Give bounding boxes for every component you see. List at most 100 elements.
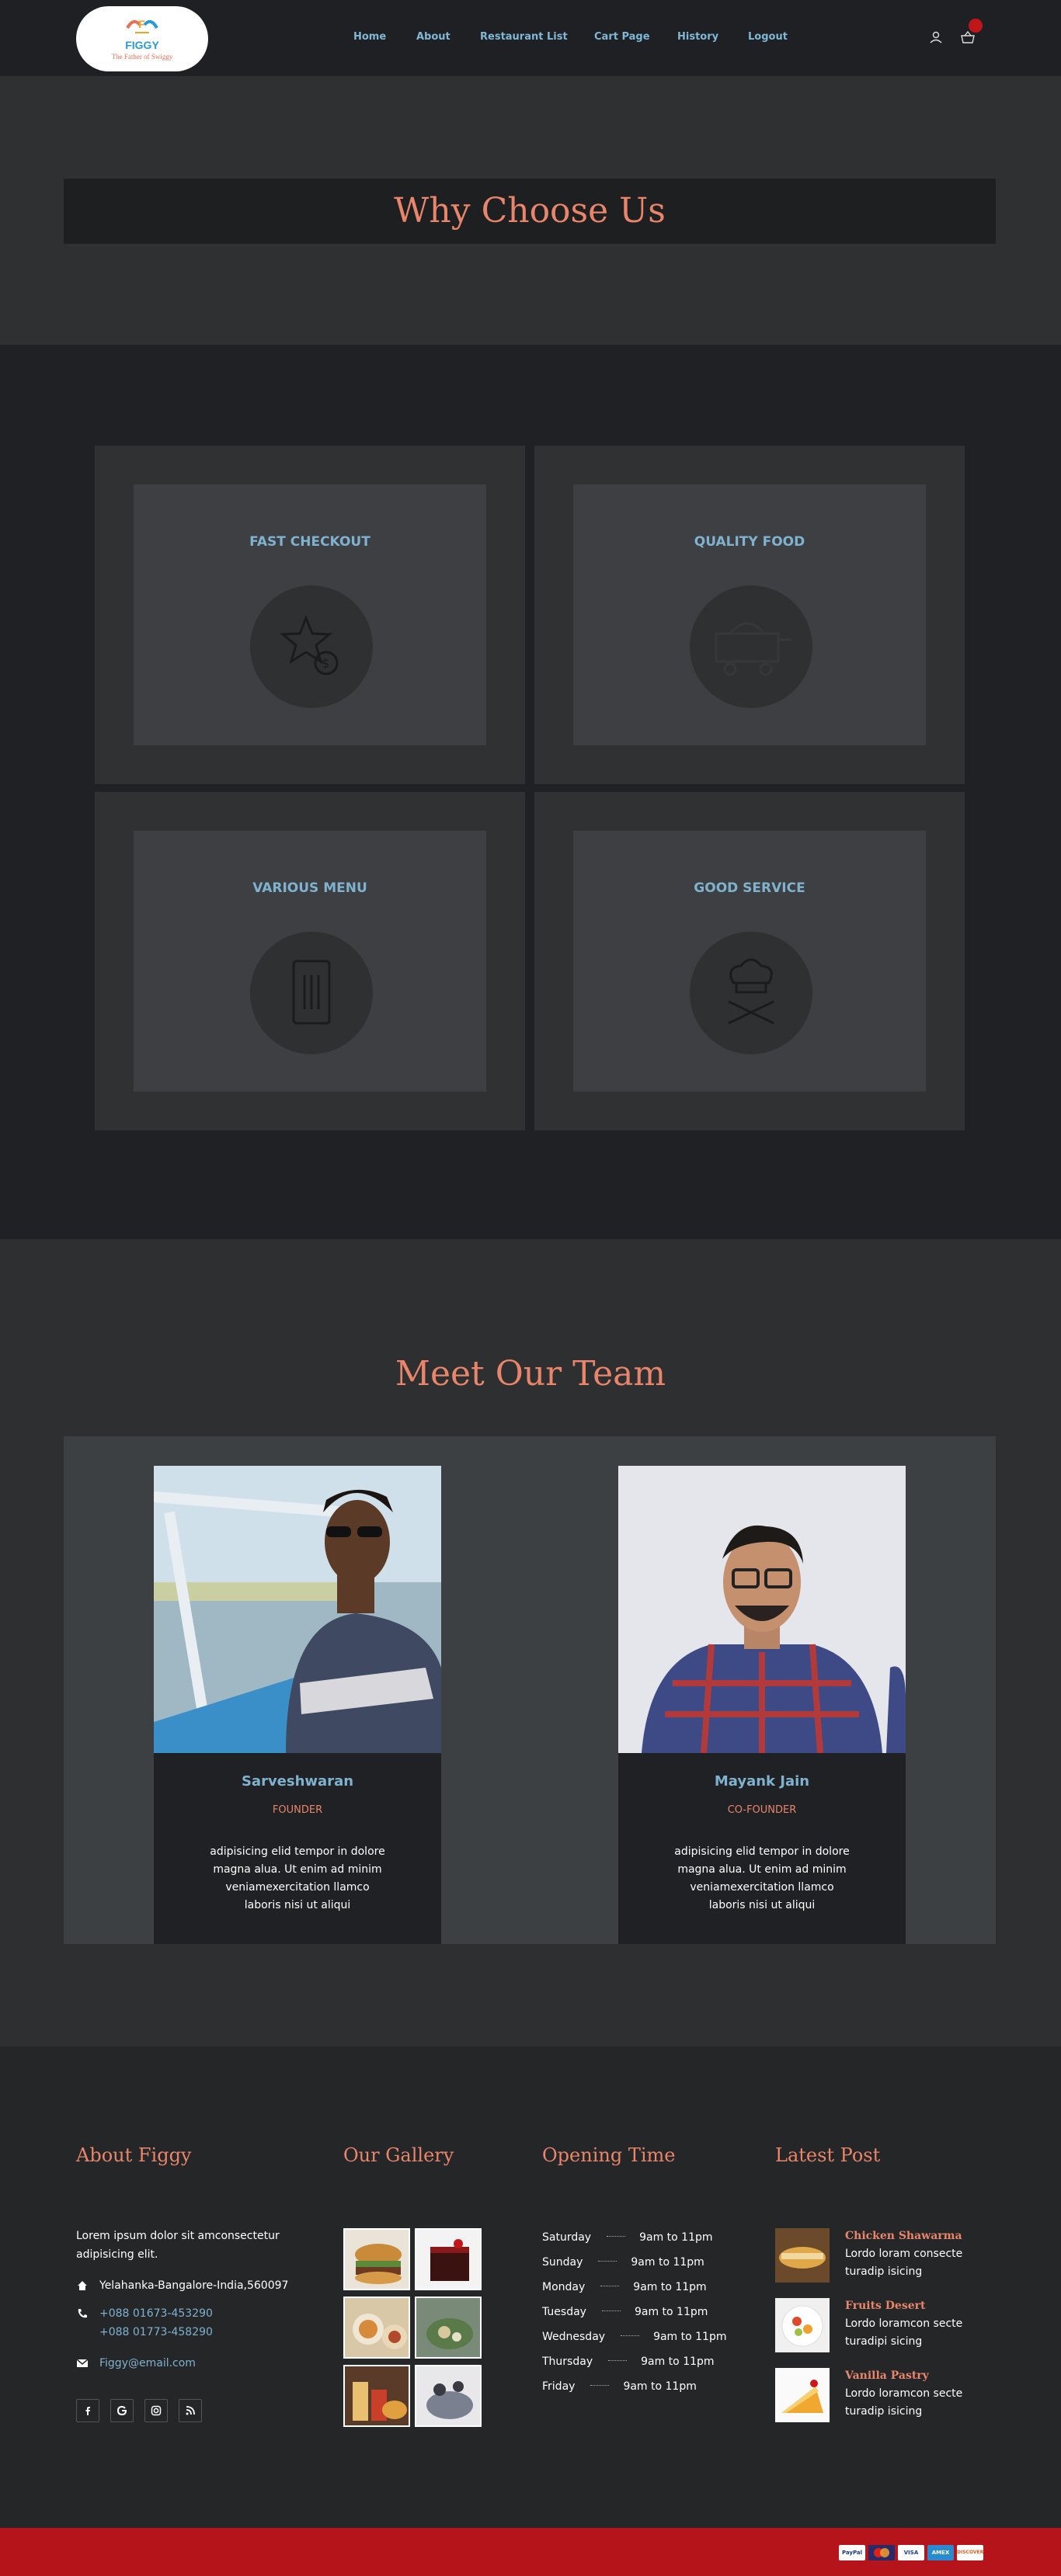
post-image[interactable]	[775, 2368, 830, 2422]
nav-restaurant-list[interactable]: Restaurant List	[480, 31, 568, 43]
mastercard-icon	[868, 2545, 895, 2560]
hours-time: 9am to 11pm	[633, 2281, 707, 2293]
nav-about[interactable]: About	[416, 31, 450, 43]
hours-day: Tuesday	[542, 2306, 586, 2318]
feature-title: FAST CHECKOUT	[249, 534, 370, 550]
logo-name: FIGGY	[125, 39, 159, 51]
member-name: Mayank Jain	[714, 1773, 810, 1790]
paypal-icon: PayPal	[839, 2545, 865, 2560]
hours-time: 9am to 11pm	[631, 2256, 704, 2269]
hours-dots	[621, 2335, 640, 2336]
hours-dots	[598, 2260, 617, 2262]
svg-text:F: F	[138, 18, 145, 30]
star-coin-icon: $	[250, 585, 373, 708]
hours-dots	[601, 2310, 621, 2311]
hours-day: Saturday	[542, 2231, 592, 2244]
member-photo	[154, 1466, 441, 1753]
phone-icon	[78, 2309, 87, 2318]
team-member-card: Sarveshwaran FOUNDER adipisicing elid te…	[154, 1466, 441, 1944]
member-bio: adipisicing elid tempor in dolore magna …	[674, 1845, 850, 1911]
hours-row: Tuesday 9am to 11pm	[542, 2306, 708, 2318]
member-role: CO-FOUNDER	[727, 1804, 797, 1816]
chef-hat-icon	[690, 932, 812, 1054]
footer-about-title: About Figgy	[76, 2144, 192, 2166]
hours-dots	[608, 2359, 628, 2361]
google-icon[interactable]	[110, 2399, 134, 2422]
hours-row: Sunday 9am to 11pm	[542, 2256, 704, 2269]
hours-row: Friday 9am to 11pm	[542, 2380, 697, 2393]
feature-title: QUALITY FOOD	[694, 534, 805, 550]
feature-card-various-menu: VARIOUS MENU	[95, 792, 525, 1130]
feature-card-quality-food: QUALITY FOOD	[534, 446, 965, 784]
team-member-card: Mayank Jain CO-FOUNDER adipisicing elid …	[618, 1466, 906, 1944]
feature-title: GOOD SERVICE	[694, 880, 805, 896]
post-image[interactable]	[775, 2228, 830, 2283]
instagram-icon[interactable]	[144, 2399, 168, 2422]
hours-time: 9am to 11pm	[623, 2380, 697, 2393]
feature-title: VARIOUS MENU	[252, 880, 367, 896]
footer-opening-title: Opening Time	[542, 2144, 676, 2166]
gallery-image[interactable]	[343, 2297, 410, 2359]
nav-cart-page[interactable]: Cart Page	[594, 31, 650, 43]
cart-badge	[969, 19, 983, 33]
hours-row: Thursday 9am to 11pm	[542, 2356, 715, 2368]
hero-section: Why Choose Us	[0, 76, 1061, 345]
hours-day: Thursday	[542, 2356, 593, 2368]
svg-text:$: $	[322, 656, 329, 671]
footer-phone-2[interactable]: +088 01773-458290	[99, 2323, 213, 2342]
gallery-image[interactable]	[343, 2365, 410, 2427]
post-title[interactable]: Fruits Desert	[845, 2300, 925, 2312]
hours-time: 9am to 11pm	[653, 2331, 727, 2343]
site-footer: About Figgy Lorem ipsum dolor sit amcons…	[0, 2047, 1061, 2528]
gallery-image[interactable]	[343, 2228, 410, 2290]
post-title[interactable]: Chicken Shawarma	[845, 2230, 962, 2242]
feature-card-inner: FAST CHECKOUT $	[134, 484, 486, 745]
facebook-icon[interactable]	[76, 2399, 99, 2422]
nav-history[interactable]: History	[677, 31, 718, 43]
footer-posts-title: Latest Post	[775, 2144, 881, 2166]
home-icon	[78, 2281, 87, 2290]
mail-icon	[76, 2359, 89, 2367]
member-photo	[618, 1466, 906, 1753]
hours-time: 9am to 11pm	[634, 2306, 708, 2318]
footer-address: Yelahanka-Bangalore-India,560097	[99, 2279, 289, 2292]
hours-day: Sunday	[542, 2256, 583, 2269]
team-panel: Sarveshwaran FOUNDER adipisicing elid te…	[64, 1436, 996, 1944]
rss-icon[interactable]	[179, 2399, 202, 2422]
feature-card-inner: VARIOUS MENU	[134, 831, 486, 1092]
hours-day: Friday	[542, 2380, 576, 2393]
menu-phone-icon	[250, 932, 373, 1054]
footer-email[interactable]: Figgy@email.com	[99, 2354, 196, 2373]
amex-icon: AMEX	[927, 2545, 954, 2560]
footer-about-text: Lorem ipsum dolor sit amconsectetur adip…	[76, 2230, 280, 2261]
page-title: Why Choose Us	[394, 191, 666, 231]
hours-row: Saturday 9am to 11pm	[542, 2231, 713, 2244]
hours-day: Monday	[542, 2281, 586, 2293]
gallery-image[interactable]	[415, 2228, 482, 2290]
member-bio: adipisicing elid tempor in dolore magna …	[210, 1845, 385, 1911]
feature-card-good-service: GOOD SERVICE	[534, 792, 965, 1130]
features-section: FAST CHECKOUT $ QUALITY FOOD VARIOUS MEN…	[0, 345, 1061, 1239]
member-name: Sarveshwaran	[241, 1773, 354, 1790]
hours-dots	[590, 2384, 610, 2386]
footer-gallery-title: Our Gallery	[343, 2144, 454, 2166]
hero-title-box: Why Choose Us	[64, 179, 996, 244]
feature-card-fast-checkout: FAST CHECKOUT $	[95, 446, 525, 784]
gallery-image[interactable]	[415, 2297, 482, 2359]
team-section: Meet Our Team Sarveshwaran FOUNDER adipi…	[0, 1239, 1061, 2047]
nav-home[interactable]: Home	[353, 31, 386, 43]
gallery-image[interactable]	[415, 2365, 482, 2427]
logo[interactable]: F FIGGY The Father of Swiggy	[76, 6, 208, 71]
feature-card-inner: GOOD SERVICE	[573, 831, 926, 1092]
hours-day: Wednesday	[542, 2331, 606, 2343]
user-icon[interactable]	[928, 30, 944, 45]
hours-dots	[607, 2235, 626, 2237]
discover-icon: DISCOVER	[957, 2545, 983, 2560]
footer-phone-1[interactable]: +088 01673-453290	[99, 2304, 213, 2323]
nav-logout[interactable]: Logout	[748, 31, 788, 43]
post-image[interactable]	[775, 2298, 830, 2352]
logo-bird-icon: F	[126, 18, 158, 33]
post-title[interactable]: Vanilla Pastry	[845, 2369, 929, 2382]
hours-time: 9am to 11pm	[639, 2231, 713, 2244]
payment-bar: PayPal VISA AMEX DISCOVER	[0, 2528, 1061, 2576]
